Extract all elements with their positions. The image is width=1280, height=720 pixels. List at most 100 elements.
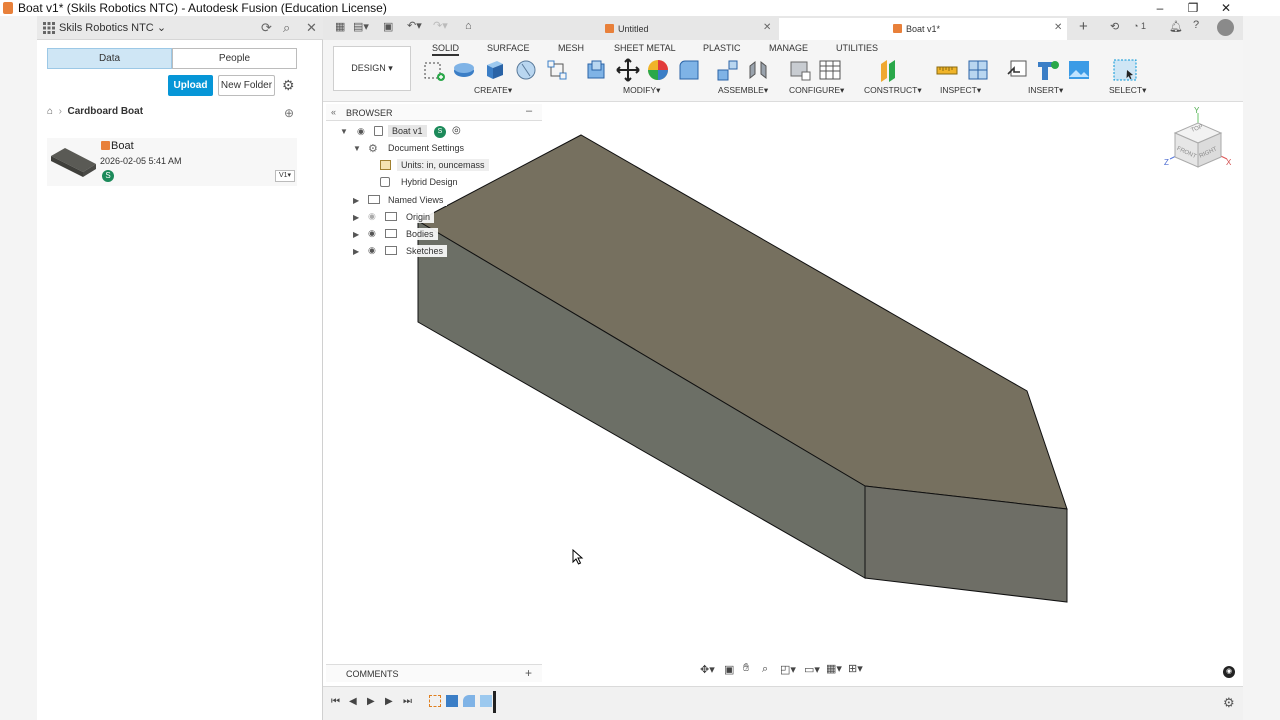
add-comment-icon[interactable]: + — [525, 666, 532, 680]
file-menu-icon[interactable]: ▤▾ — [353, 20, 369, 33]
close-window-icon[interactable]: ✕ — [1211, 0, 1241, 16]
eye-icon[interactable]: ◉ — [368, 228, 376, 239]
avatar[interactable] — [1217, 19, 1234, 36]
collapse-browser-icon[interactable]: « — [331, 107, 336, 117]
configure-icon[interactable] — [788, 58, 812, 82]
feedback-icon[interactable]: ◉ — [1223, 666, 1235, 678]
configuration-table-icon[interactable] — [818, 58, 842, 82]
close-tab-icon[interactable]: ✕ — [1054, 22, 1062, 33]
browser-root-node[interactable]: ▼ ◉ Boat v1 S ◎ — [336, 124, 536, 141]
minimize-browser-icon[interactable]: – — [526, 105, 532, 117]
appearance-icon[interactable] — [646, 58, 670, 82]
viewports-icon[interactable]: ⊞▾ — [848, 662, 863, 675]
tree-item-hybrid-design[interactable]: Hybrid Design — [336, 175, 536, 192]
chevron-right-icon[interactable]: ▶ — [353, 196, 359, 205]
save-icon[interactable]: ▣ — [383, 20, 393, 33]
tree-item-named-views[interactable]: ▶ Named Views — [336, 193, 536, 210]
pan-icon[interactable]: ✋︎ — [743, 662, 749, 675]
timeline-sketch-icon[interactable] — [429, 695, 441, 707]
viewcube[interactable] — [1161, 107, 1231, 177]
create-sketch-icon[interactable] — [422, 58, 446, 82]
tree-item-bodies[interactable]: ▶ ◉ Bodies — [336, 227, 536, 244]
insert-derive-icon[interactable] — [1006, 58, 1030, 82]
step-back-icon[interactable]: ◀ — [349, 696, 357, 707]
fillet-icon[interactable] — [677, 58, 701, 82]
chevron-down-icon[interactable]: ▼ — [340, 127, 348, 136]
insert-image-icon[interactable] — [1067, 58, 1091, 82]
tab-sheet-metal[interactable]: SHEET METAL — [614, 43, 676, 53]
tree-item-document-settings[interactable]: ▼ ⚙ Document Settings — [336, 141, 536, 158]
tree-item-sketches[interactable]: ▶ ◉ Sketches — [336, 244, 536, 261]
search-icon[interactable]: ⌕ — [283, 20, 290, 36]
tab-solid[interactable]: SOLID — [432, 43, 460, 56]
create-menu[interactable]: CREATE▾ — [474, 85, 512, 96]
file-item[interactable]: Boat 2026-02-05 5:41 AM S V1▾ — [47, 138, 297, 186]
tab-mesh[interactable]: MESH — [558, 43, 584, 53]
maximize-icon[interactable]: ❐ — [1178, 0, 1208, 16]
team-selector[interactable]: Skils Robotics NTC ⌄ — [59, 21, 166, 34]
joint-icon[interactable] — [746, 58, 770, 82]
timeline-feature-icon[interactable] — [480, 695, 492, 707]
chevron-down-icon[interactable]: ▼ — [353, 144, 361, 153]
extrude-surface-icon[interactable] — [452, 58, 476, 82]
play-icon[interactable]: ▶ — [367, 696, 375, 707]
section-analysis-icon[interactable] — [966, 58, 990, 82]
display-settings-icon[interactable]: ▭▾ — [804, 663, 820, 676]
step-forward-icon[interactable]: ▶ — [385, 696, 393, 707]
assemble-menu[interactable]: ASSEMBLE▾ — [718, 85, 768, 96]
grid-settings-icon[interactable]: ▦▾ — [826, 662, 842, 675]
timeline-settings-icon[interactable]: ⚙ — [1223, 695, 1235, 711]
chevron-right-icon[interactable]: ▶ — [353, 213, 359, 222]
timeline-marker[interactable] — [493, 691, 496, 713]
press-pull-icon[interactable] — [585, 58, 609, 82]
tab-boat[interactable]: Boat v1* — [779, 18, 1067, 40]
go-to-start-icon[interactable]: ⏮︎ — [331, 696, 340, 707]
upload-button[interactable]: Upload — [168, 75, 213, 96]
fit-icon[interactable]: ◰▾ — [780, 663, 796, 676]
close-panel-icon[interactable]: ✕ — [306, 20, 317, 36]
insert-mcmaster-icon[interactable] — [1036, 58, 1060, 82]
redo-icon[interactable]: ↷▾ — [433, 19, 448, 32]
grid-icon[interactable] — [43, 22, 55, 34]
orbit-icon[interactable]: ✥▾ — [700, 663, 715, 676]
grid-icon[interactable]: ▦ — [335, 20, 345, 33]
select-icon[interactable] — [1113, 58, 1137, 82]
tab-utilities[interactable]: UTILITIES — [836, 43, 878, 53]
select-menu[interactable]: SELECT▾ — [1109, 85, 1146, 96]
tab-data[interactable]: Data — [47, 48, 172, 69]
insert-menu[interactable]: INSERT▾ — [1028, 85, 1063, 96]
notifications-icon[interactable]: 🔔︎ — [1169, 20, 1183, 33]
tab-untitled[interactable]: Untitled — [605, 18, 775, 40]
tab-people[interactable]: People — [172, 48, 297, 69]
job-status[interactable]: ◔ 1 — [1133, 21, 1146, 31]
refresh-icon[interactable]: ⟳ — [261, 20, 272, 36]
tab-plastic[interactable]: PLASTIC — [703, 43, 741, 53]
measure-icon[interactable] — [935, 58, 959, 82]
revolve-icon[interactable] — [514, 58, 538, 82]
chevron-right-icon[interactable]: ▶ — [353, 247, 359, 256]
breadcrumb-folder[interactable]: Cardboard Boat — [68, 106, 144, 117]
timeline-extrude-icon[interactable] — [446, 695, 458, 707]
new-component-icon[interactable] — [716, 58, 740, 82]
box-icon[interactable] — [483, 58, 507, 82]
eye-hidden-icon[interactable]: ◉ — [368, 211, 376, 222]
minimize-icon[interactable]: – — [1145, 0, 1175, 16]
undo-icon[interactable]: ↶▾ — [407, 19, 422, 32]
home-icon[interactable]: ⌂ — [47, 106, 53, 117]
eye-icon[interactable]: ◉ — [357, 126, 365, 137]
tree-item-units[interactable]: Units: in, ouncemass — [336, 158, 536, 175]
close-tab-icon[interactable]: ✕ — [763, 22, 771, 33]
look-at-icon[interactable]: ▣ — [724, 663, 734, 676]
globe-icon[interactable]: ⊕ — [284, 106, 294, 120]
construct-menu[interactable]: CONSTRUCT▾ — [864, 85, 922, 96]
version-button[interactable]: V1▾ — [275, 170, 295, 182]
activate-radio-icon[interactable]: ◎ — [452, 125, 461, 136]
move-icon[interactable] — [616, 58, 640, 82]
eye-icon[interactable]: ◉ — [368, 245, 376, 256]
offset-plane-icon[interactable] — [877, 58, 901, 82]
home-icon[interactable]: ⌂ — [465, 20, 472, 32]
pattern-icon[interactable] — [545, 58, 569, 82]
gear-icon[interactable]: ⚙ — [282, 77, 295, 94]
modify-menu[interactable]: MODIFY▾ — [623, 85, 660, 96]
workspace-switcher[interactable]: DESIGN ▾ — [333, 46, 411, 91]
